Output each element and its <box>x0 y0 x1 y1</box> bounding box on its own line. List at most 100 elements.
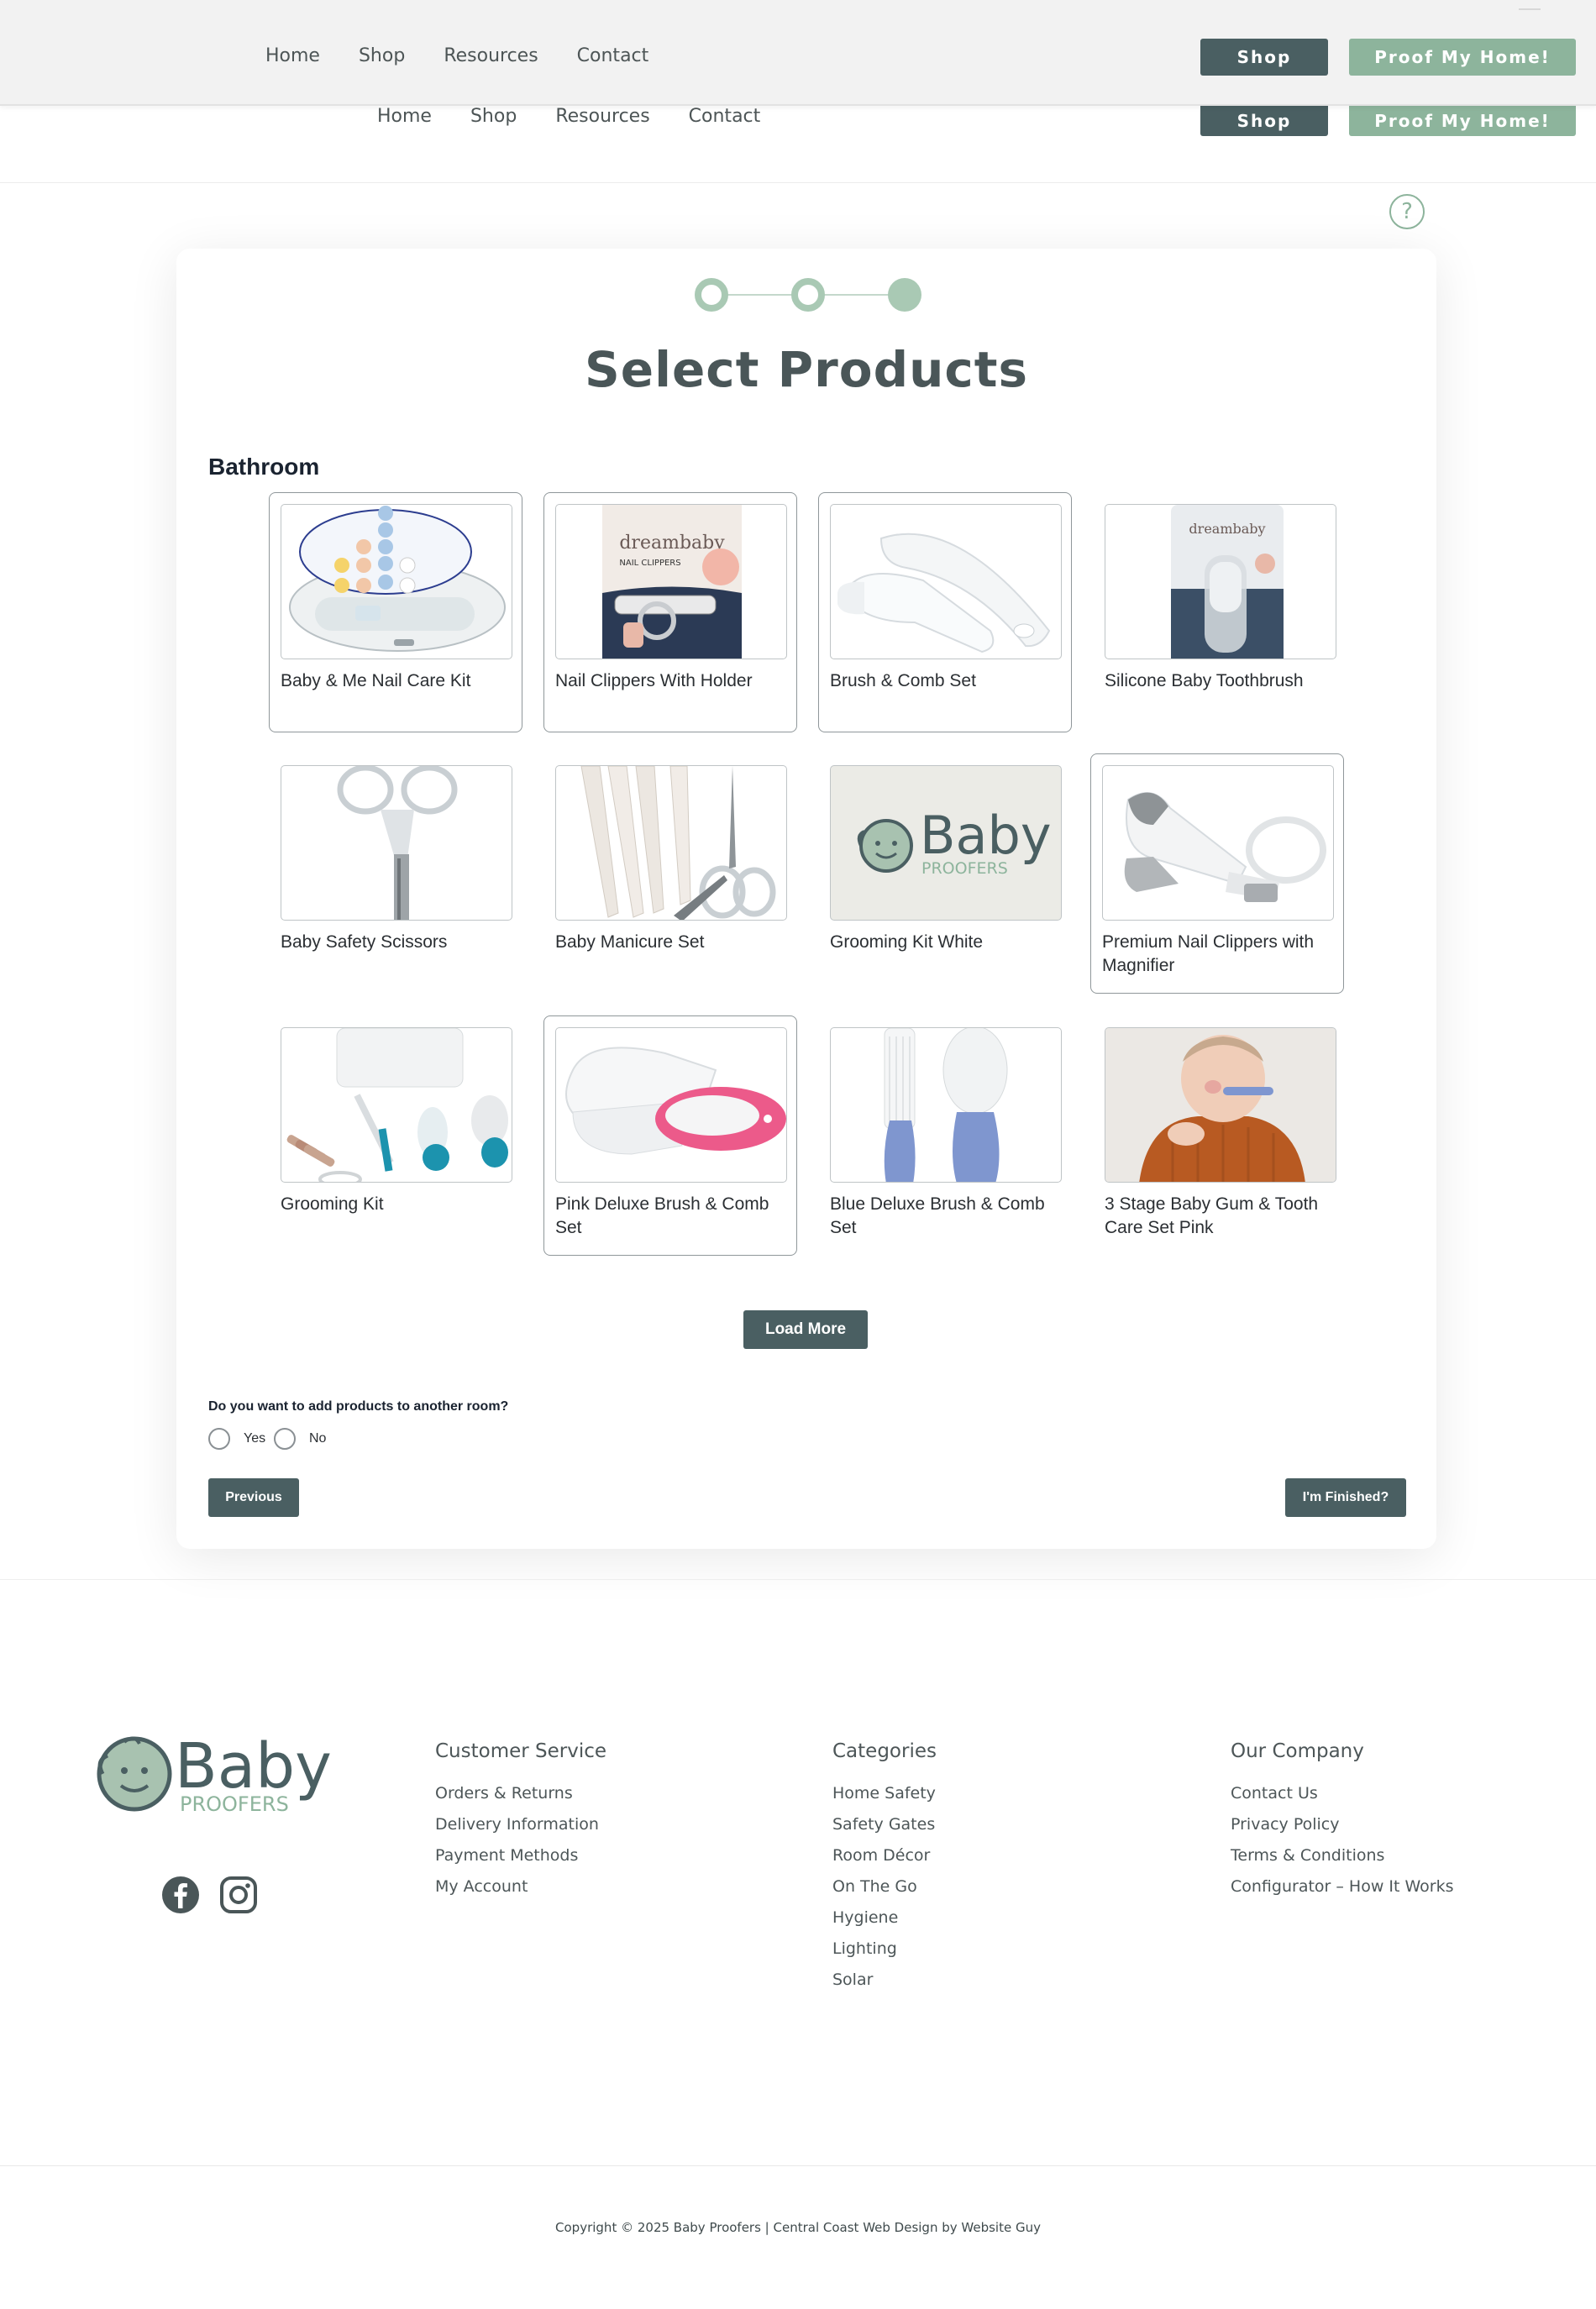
nav-resources[interactable]: Resources <box>444 45 538 66</box>
main-nav: Home Shop Resources Contact <box>377 106 760 127</box>
footer-link[interactable]: Terms & Conditions <box>1231 1846 1454 1877</box>
footer-link[interactable]: Safety Gates <box>832 1815 937 1846</box>
step-3 <box>888 278 921 312</box>
radio-yes[interactable] <box>208 1428 230 1450</box>
footer-link[interactable]: Home Safety <box>832 1784 937 1815</box>
header-scroll-indicator <box>1519 8 1541 10</box>
progress-stepper <box>695 278 921 312</box>
product-name: Grooming Kit White <box>830 932 984 952</box>
logo-subtext: PROOFERS <box>921 859 1008 878</box>
footer-link[interactable]: Solar <box>832 1971 937 2002</box>
nav-contact[interactable]: Contact <box>577 45 649 66</box>
nav-shop[interactable]: Shop <box>470 106 517 127</box>
product-name: Silicone Baby Toothbrush <box>1105 671 1304 690</box>
room-title: Bathroom <box>208 454 320 480</box>
product-card[interactable]: Premium Nail Clippers with Magnifier <box>1090 753 1344 994</box>
product-image: Baby PROOFERS <box>830 765 1062 921</box>
proof-my-home-button[interactable]: Proof My Home! <box>1349 39 1576 76</box>
nav-home[interactable]: Home <box>377 106 432 127</box>
product-image <box>830 504 1062 659</box>
copyright-text: Copyright © 2025 Baby Proofers | Central… <box>555 2220 1041 2235</box>
product-card[interactable]: Baby & Me Nail Care Kit <box>269 492 522 732</box>
footer-bottom-divider <box>0 2165 1596 2166</box>
product-card[interactable]: Grooming Kit <box>269 1015 522 1256</box>
product-image <box>1102 765 1334 921</box>
product-card[interactable]: dreambaby Silicone Baby Toothbrush <box>1093 492 1347 732</box>
product-image: dreambaby <box>1105 504 1336 659</box>
footer-link[interactable]: Orders & Returns <box>435 1784 606 1815</box>
product-card[interactable]: Pink Deluxe Brush & Comb Set <box>543 1015 797 1256</box>
main-header: Home Shop Resources Contact Shop Proof M… <box>0 106 1596 183</box>
footer-link[interactable]: Room Décor <box>832 1846 937 1877</box>
product-image <box>830 1027 1062 1183</box>
product-image <box>281 1027 512 1183</box>
footer-link[interactable]: Delivery Information <box>435 1815 606 1846</box>
product-image <box>281 765 512 921</box>
nav-home[interactable]: Home <box>265 45 320 66</box>
product-name: Brush & Comb Set <box>830 671 976 690</box>
packaging-label: NAIL CLIPPERS <box>619 559 680 568</box>
footer-col-title: Categories <box>832 1740 937 1762</box>
question-mark-icon[interactable]: ? <box>1389 194 1425 229</box>
product-name: Premium Nail Clippers with Magnifier <box>1102 932 1315 975</box>
product-card[interactable]: 3 Stage Baby Gum & Tooth Care Set Pink <box>1093 1015 1347 1256</box>
sticky-header: Home Shop Resources Contact Shop Proof M… <box>0 0 1596 106</box>
product-name: Grooming Kit <box>281 1194 384 1214</box>
instagram-icon[interactable] <box>218 1875 259 1915</box>
product-name: Blue Deluxe Brush & Comb Set <box>830 1194 1045 1237</box>
facebook-icon[interactable] <box>160 1875 201 1915</box>
radio-yes-label: Yes <box>244 1431 266 1446</box>
radio-yes-option[interactable]: Yes <box>208 1428 265 1450</box>
footer-link[interactable]: On The Go <box>832 1877 937 1908</box>
product-image <box>555 765 787 921</box>
footer-divider <box>0 1579 1596 1580</box>
radio-no[interactable] <box>274 1428 296 1450</box>
footer-customer-service: Customer Service Orders & Returns Delive… <box>435 1740 606 1908</box>
nav-shop[interactable]: Shop <box>359 45 405 66</box>
footer-categories: Categories Home Safety Safety Gates Room… <box>832 1740 937 2002</box>
step-1 <box>695 278 728 312</box>
footer-link[interactable]: Configurator – How It Works <box>1231 1877 1454 1908</box>
load-more-button[interactable]: Load More <box>743 1310 868 1349</box>
shop-button[interactable]: Shop <box>1200 106 1328 136</box>
footer-link[interactable]: Lighting <box>832 1939 937 1971</box>
proof-my-home-button[interactable]: Proof My Home! <box>1349 106 1576 136</box>
footer-col-title: Our Company <box>1231 1740 1364 1762</box>
footer-link[interactable]: Hygiene <box>832 1908 937 1939</box>
product-card[interactable]: Baby Safety Scissors <box>269 753 522 994</box>
product-name: Baby & Me Nail Care Kit <box>281 671 471 690</box>
radio-no-option[interactable]: No <box>274 1428 326 1450</box>
footer-col-title: Customer Service <box>435 1740 607 1762</box>
footer-link[interactable]: My Account <box>435 1877 606 1908</box>
step-2 <box>791 278 825 312</box>
shop-button[interactable]: Shop <box>1200 39 1328 76</box>
product-image <box>281 504 512 659</box>
finished-button[interactable]: I'm Finished? <box>1285 1478 1406 1517</box>
footer-link[interactable]: Payment Methods <box>435 1846 606 1877</box>
product-card[interactable]: Brush & Comb Set <box>818 492 1072 732</box>
product-card[interactable]: Baby Manicure Set <box>543 753 797 994</box>
product-image <box>555 1027 787 1183</box>
previous-button[interactable]: Previous <box>208 1478 299 1517</box>
brand-text: dreambaby <box>1189 521 1265 537</box>
product-image <box>1105 1027 1336 1183</box>
product-card[interactable]: Baby PROOFERS Grooming Kit White <box>818 753 1072 994</box>
footer-logo[interactable]: Baby PROOFERS <box>91 1730 334 1821</box>
configurator-card: Select Products Bathroom Baby & Me Nail … <box>176 249 1436 1549</box>
footer-link[interactable]: Contact Us <box>1231 1784 1454 1815</box>
product-name: Nail Clippers With Holder <box>555 671 753 690</box>
page-title: Select Products <box>584 341 1029 398</box>
product-name: Baby Manicure Set <box>555 932 705 952</box>
brand-text: dreambaby <box>619 533 725 554</box>
footer-our-company: Our Company Contact Us Privacy Policy Te… <box>1231 1740 1454 1908</box>
product-image: dreambaby NAIL CLIPPERS <box>555 504 787 659</box>
nav-contact[interactable]: Contact <box>689 106 761 127</box>
product-name: 3 Stage Baby Gum & Tooth Care Set Pink <box>1105 1194 1319 1237</box>
nav-resources[interactable]: Resources <box>555 106 649 127</box>
product-card[interactable]: Blue Deluxe Brush & Comb Set <box>818 1015 1072 1256</box>
footer-logo-subtext: PROOFERS <box>180 1792 289 1816</box>
footer-link[interactable]: Privacy Policy <box>1231 1815 1454 1846</box>
another-room-question: Do you want to add products to another r… <box>208 1399 509 1414</box>
sticky-main-nav: Home Shop Resources Contact <box>265 45 648 66</box>
product-card[interactable]: dreambaby NAIL CLIPPERS Nail Clippers Wi… <box>543 492 797 732</box>
